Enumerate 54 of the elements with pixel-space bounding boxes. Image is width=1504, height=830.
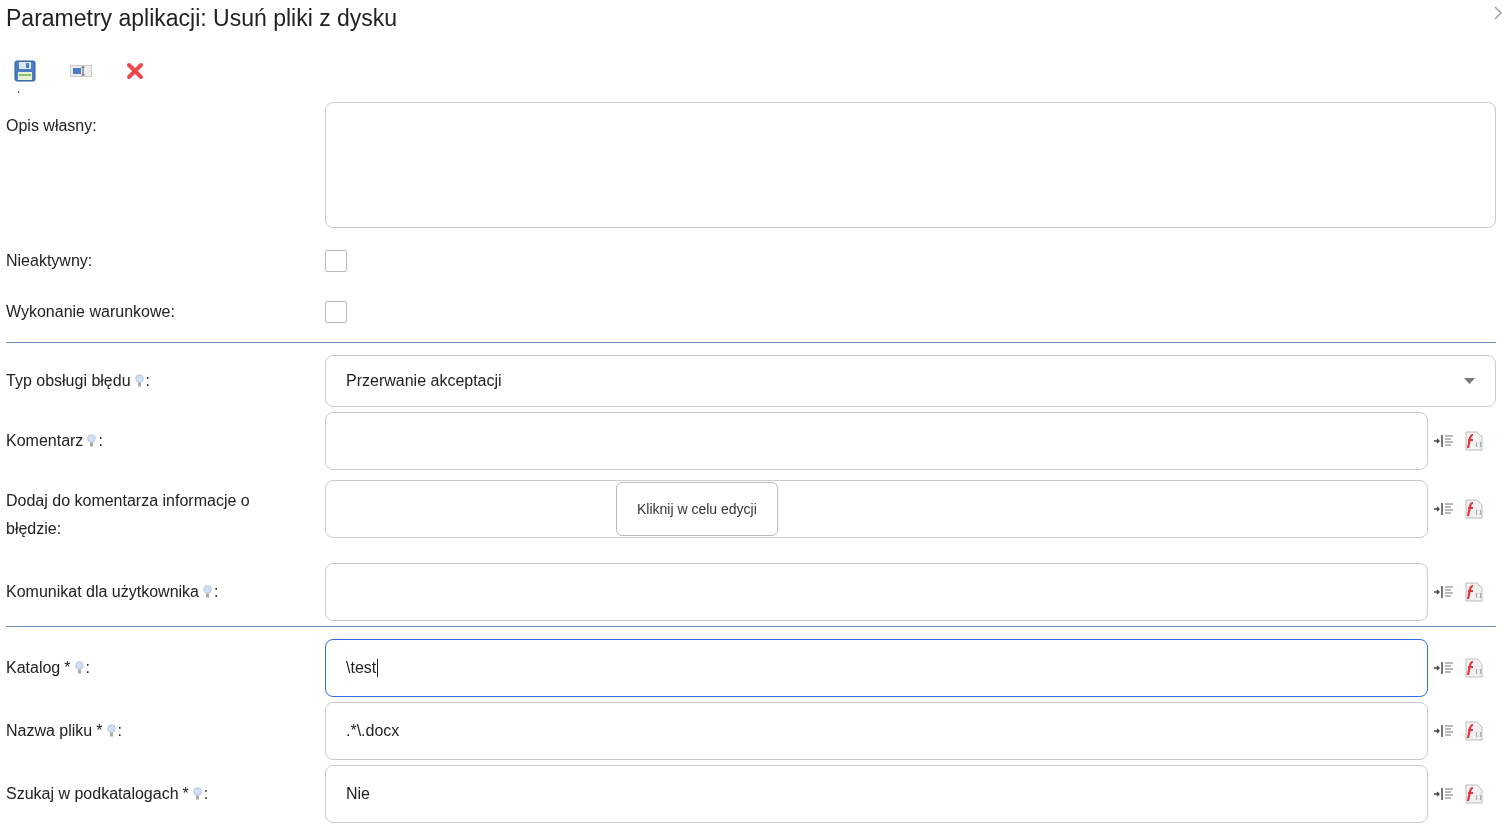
checkbox[interactable]: [325, 301, 347, 323]
lightbulb-icon[interactable]: [106, 724, 116, 738]
required-mark: *: [96, 721, 103, 741]
save-icon[interactable]: [14, 60, 36, 82]
field-label: Komunikat dla użytkownika: [6, 582, 199, 602]
function-file-icon[interactable]: [1464, 431, 1484, 451]
label-colon: :: [85, 658, 90, 678]
field-label: Opis własny:: [6, 116, 97, 136]
label-colon: :: [214, 582, 219, 602]
page-title: Parametry aplikacji: Usuń pliki z dysku: [6, 4, 398, 32]
insert-list-icon[interactable]: [1434, 434, 1454, 448]
text-field-icon[interactable]: [70, 65, 92, 77]
input-field[interactable]: .*\.docx: [325, 702, 1428, 760]
required-mark: *: [182, 784, 189, 804]
label-colon: :: [145, 371, 150, 391]
lightbulb-icon[interactable]: [192, 787, 202, 801]
lightbulb-icon[interactable]: [203, 585, 212, 599]
lightbulb-icon[interactable]: [134, 374, 144, 388]
function-file-icon[interactable]: [1464, 721, 1484, 741]
function-file-icon[interactable]: [1464, 582, 1484, 602]
field-label: Typ obsługi błędu: [6, 371, 131, 391]
function-file-icon[interactable]: [1464, 784, 1484, 804]
input-field[interactable]: [325, 563, 1428, 621]
field-label: Nieaktywny:: [6, 251, 93, 271]
field-label: Katalog: [6, 658, 61, 678]
field-label: Szukaj w podkatalogach: [6, 784, 179, 804]
dropdown-select[interactable]: Przerwanie akceptacji: [325, 355, 1496, 407]
label-colon: :: [98, 431, 103, 451]
input-field[interactable]: Kliknij w celu edycji: [325, 480, 1428, 538]
chevron-right-icon[interactable]: [1494, 6, 1502, 20]
label-colon: :: [117, 721, 122, 741]
required-mark: *: [64, 658, 71, 678]
field-label: Nazwa pliku: [6, 721, 93, 741]
function-file-icon[interactable]: [1464, 499, 1484, 519]
insert-list-icon[interactable]: [1434, 585, 1454, 599]
x-mark-icon[interactable]: [126, 62, 144, 80]
checkbox[interactable]: [325, 250, 347, 272]
lightbulb-icon[interactable]: [74, 661, 84, 675]
input-field[interactable]: \test: [325, 639, 1428, 697]
lightbulb-icon[interactable]: [87, 434, 97, 448]
insert-list-icon[interactable]: [1434, 787, 1454, 801]
insert-list-icon[interactable]: [1434, 661, 1454, 675]
insert-list-icon[interactable]: [1434, 724, 1454, 738]
function-file-icon[interactable]: [1464, 658, 1484, 678]
insert-list-icon[interactable]: [1434, 502, 1454, 516]
caret-icon: [1464, 378, 1475, 384]
dot-mark: .: [17, 84, 22, 98]
label-colon: :: [203, 784, 209, 804]
edit-button[interactable]: Kliknij w celu edycji: [616, 482, 778, 536]
field-label: Komentarz: [6, 431, 84, 451]
field-label: Wykonanie warunkowe:: [6, 302, 175, 322]
input-field[interactable]: Nie: [325, 765, 1428, 823]
field-label: Dodaj do komentarza informacje o błędzie:: [6, 491, 251, 539]
input-field[interactable]: [325, 412, 1428, 470]
